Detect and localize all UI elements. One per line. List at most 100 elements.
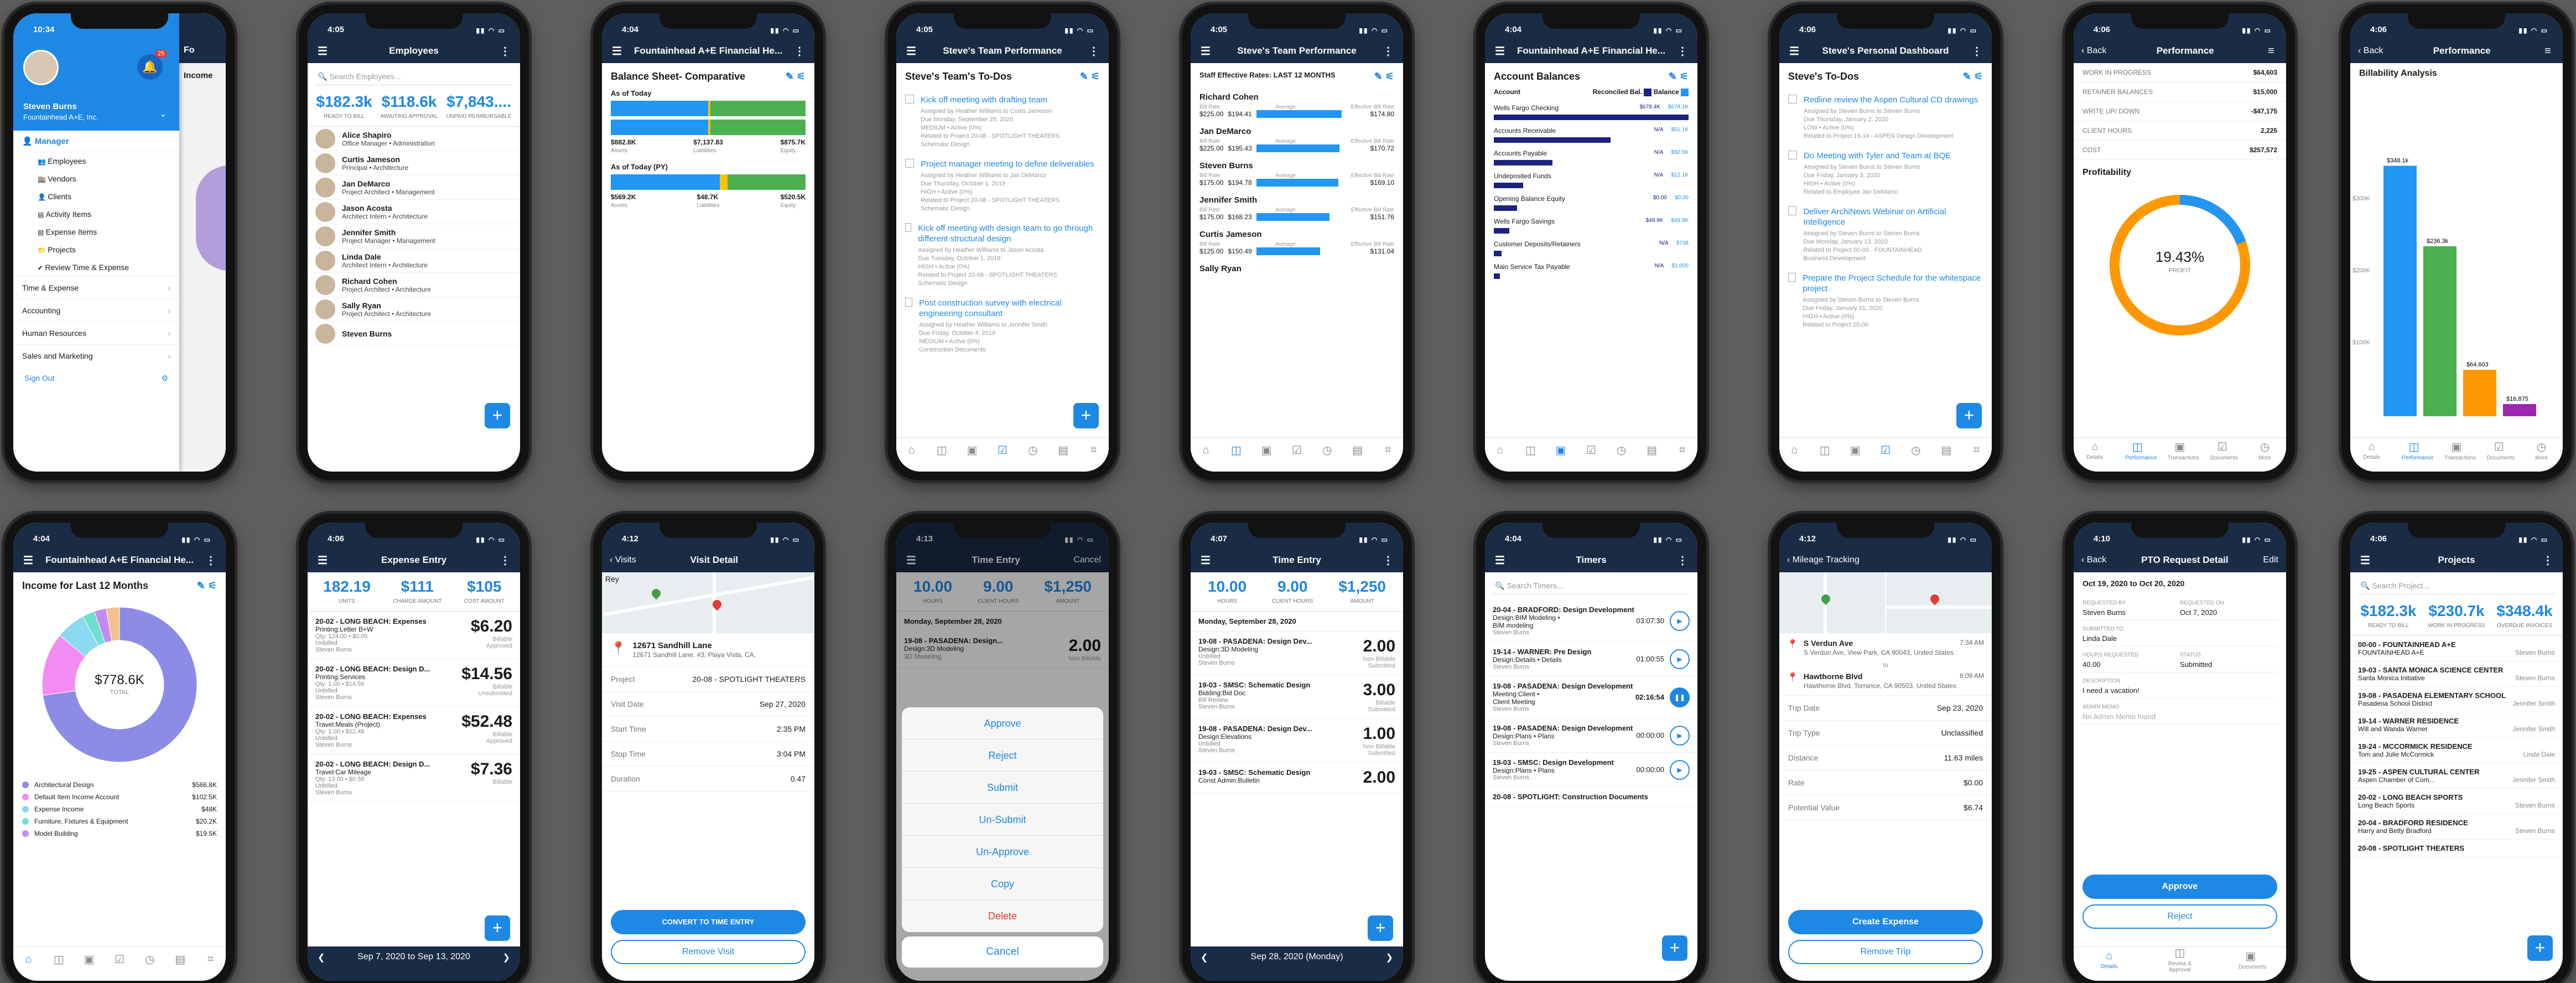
- back-button[interactable]: ‹ Visits: [610, 555, 636, 565]
- todo-item[interactable]: Do Meeting with Tyler and Team at BQE Ass…: [1779, 143, 1992, 199]
- todo-title[interactable]: Do Meeting with Tyler and Team at BQE: [1804, 151, 1951, 161]
- play-icon[interactable]: ▶: [1670, 611, 1690, 631]
- tab-item-7[interactable]: ⌗: [1670, 444, 1694, 457]
- edit-filter-icons[interactable]: ✎ ⚟: [786, 71, 806, 82]
- play-icon[interactable]: ▶: [1670, 649, 1690, 669]
- checkbox[interactable]: [905, 95, 914, 104]
- hamburger-icon[interactable]: ☰: [2358, 553, 2372, 567]
- time-entry-row[interactable]: 19-03 - SMSC: Schematic Design Bidding:Bi…: [1191, 675, 1403, 719]
- tab-item-4[interactable]: ☑: [990, 443, 1015, 457]
- menu-item[interactable]: 🏬 Vendors: [13, 170, 179, 188]
- tab-item-2[interactable]: ◫: [929, 443, 954, 457]
- search-input[interactable]: 🔍 Search Timers...: [1493, 578, 1690, 594]
- employee-row[interactable]: Sally Ryan Project Architect • Architectu…: [308, 297, 520, 322]
- create-expense-button[interactable]: Create Expense: [1788, 910, 1983, 934]
- project-row[interactable]: 20-02 - LONG BEACH SPORTS Long Beach Spor…: [2350, 789, 2563, 814]
- remove-trip-button[interactable]: Remove Trip: [1788, 940, 1983, 964]
- expense-row[interactable]: 20-02 - LONG BEACH: Design D... Travel:Ca…: [308, 754, 520, 802]
- hamburger-icon[interactable]: ☰: [1493, 553, 1507, 567]
- add-button[interactable]: +: [2527, 935, 2553, 961]
- tab-item-1[interactable]: ⌂: [899, 444, 923, 457]
- tab-item-5[interactable]: ◷: [1315, 443, 1339, 457]
- day-selector[interactable]: ❮ Sep 28, 2020 (Monday) ❯: [1191, 946, 1403, 981]
- account-row[interactable]: Wells Fargo Savings $49.9K $49.9K: [1485, 214, 1697, 237]
- hamburger-icon[interactable]: ☰: [1198, 44, 1213, 58]
- tab-item-7[interactable]: ⌗: [198, 953, 222, 966]
- tab-item-5[interactable]: ◷: [138, 953, 162, 966]
- account-row[interactable]: Main Service Tax Payable N/A $1,000: [1485, 260, 1697, 282]
- employee-row[interactable]: Steven Burns: [308, 322, 520, 346]
- checkbox[interactable]: [1788, 151, 1797, 159]
- menu-group[interactable]: Human Resources ›: [13, 322, 179, 344]
- staff-row[interactable]: Steven Burns Bill Rate Average Effective Bi…: [1191, 156, 1403, 190]
- tab-performance[interactable]: ◫ Performance: [2402, 440, 2433, 461]
- reject-button[interactable]: Reject: [2082, 904, 2277, 929]
- todo-item[interactable]: Post construction survey with electrical…: [896, 290, 1109, 356]
- tab-documents[interactable]: ☑ Documents: [2210, 440, 2239, 461]
- account-row[interactable]: Opening Balance Equity $0.00 $0.00: [1485, 192, 1697, 214]
- timer-row[interactable]: 20-04 - BRADFORD: Design Development Desi…: [1485, 600, 1697, 642]
- tab-item-3[interactable]: ▣: [1254, 443, 1279, 457]
- tab-more[interactable]: ◷ More: [2253, 440, 2277, 461]
- project-row[interactable]: 19-14 - WARNER RESIDENCE Will and Wanda W…: [2350, 712, 2563, 738]
- project-row[interactable]: 19-25 - ASPEN CULTURAL CENTER Aspen Chamb…: [2350, 763, 2563, 789]
- action-un-approve[interactable]: Un-Approve: [902, 836, 1103, 868]
- menu-item[interactable]: ▤ Expense Items: [13, 223, 179, 241]
- timer-row[interactable]: 20-08 - SPOTLIGHT: Construction Document…: [1485, 787, 1697, 807]
- next-arrow-icon[interactable]: ❯: [1386, 952, 1393, 968]
- tab-item-6[interactable]: ▤: [1051, 443, 1076, 457]
- avatar[interactable]: [23, 50, 59, 85]
- todo-title[interactable]: Deliver ArchiNews Webinar on Artificial …: [1803, 206, 1983, 227]
- next-arrow-icon[interactable]: ❯: [503, 952, 510, 968]
- tab-item-1[interactable]: ⌂: [1193, 444, 1218, 457]
- start-map[interactable]: [1779, 572, 1886, 633]
- time-entry-row[interactable]: 19-08 - PASADENA: Design Dev... Design:El…: [1191, 719, 1403, 763]
- employee-row[interactable]: Richard Cohen Project Architect • Archite…: [308, 273, 520, 297]
- back-button[interactable]: ‹ Back: [2358, 46, 2383, 56]
- staff-row[interactable]: Curtis Jameson Bill Rate Average Effective …: [1191, 224, 1403, 258]
- hamburger-icon[interactable]: ☰: [904, 44, 918, 58]
- tab-item-6[interactable]: ▤: [1640, 443, 1664, 457]
- tab-documents[interactable]: ▣ Documents: [2239, 949, 2267, 970]
- edit-filter-icons[interactable]: ✎ ⚟: [1963, 71, 1983, 82]
- account-row[interactable]: Customer Deposits/Retainers N/A $738: [1485, 237, 1697, 260]
- menu-group[interactable]: Time & Expense ›: [13, 276, 179, 299]
- more-icon[interactable]: ⋮: [1087, 44, 1101, 58]
- tab-item-2[interactable]: ◫: [1224, 443, 1248, 457]
- timer-row[interactable]: 19-03 - SMSC: Design Development Design:P…: [1485, 753, 1697, 787]
- add-button[interactable]: +: [485, 915, 510, 941]
- tab-item-6[interactable]: ▤: [1934, 443, 1959, 457]
- action-reject[interactable]: Reject: [902, 739, 1103, 772]
- edit-filter-icons[interactable]: ✎ ⚟: [1080, 71, 1100, 82]
- tab-item-7[interactable]: ⌗: [1081, 444, 1105, 457]
- employee-row[interactable]: Linda Dale Architect Intern • Architectur…: [308, 249, 520, 273]
- hamburger-icon[interactable]: ☰: [1198, 553, 1213, 567]
- more-icon[interactable]: ⋮: [1381, 553, 1395, 567]
- edit-filter-icons[interactable]: ✎ ⚟: [1374, 71, 1394, 82]
- menu-group[interactable]: Sales and Marketing ›: [13, 344, 179, 367]
- add-button[interactable]: +: [1368, 915, 1393, 941]
- tab-performance[interactable]: ◫ Performance: [2125, 440, 2157, 461]
- edit-filter-icons[interactable]: ✎ ⚟: [197, 580, 217, 592]
- menu-item[interactable]: ✔ Review Time & Expense: [13, 258, 179, 276]
- action-submit[interactable]: Submit: [902, 772, 1103, 804]
- tab-more[interactable]: ◷ More: [2530, 440, 2554, 461]
- project-row[interactable]: 20-08 - SPOTLIGHT THEATERS: [2350, 840, 2563, 857]
- back-button[interactable]: ‹ Mileage Tracking: [1787, 555, 1860, 565]
- tab-transactions[interactable]: ▣ Transactions: [2168, 440, 2199, 461]
- tab-item-4[interactable]: ☑: [1873, 443, 1898, 457]
- menu-item[interactable]: 📁 Projects: [13, 241, 179, 258]
- account-row[interactable]: Accounts Receivable N/A $51.1K: [1485, 123, 1697, 146]
- employee-row[interactable]: Curtis Jameson Principal • Architecture: [308, 151, 520, 175]
- convert-button[interactable]: CONVERT TO TIME ENTRY: [611, 910, 806, 934]
- expense-row[interactable]: 20-02 - LONG BEACH: Design D... Printing:…: [308, 659, 520, 707]
- timer-row[interactable]: 19-14 - WARNER: Pre Design Design:Details…: [1485, 642, 1697, 676]
- hamburger-icon[interactable]: ☰: [610, 44, 624, 58]
- todo-item[interactable]: Kick off meeting with drafting team Assig…: [896, 87, 1109, 151]
- tab-item-1[interactable]: ⌂: [1488, 444, 1512, 457]
- more-icon[interactable]: ⋮: [1675, 44, 1690, 58]
- todo-title[interactable]: Post construction survey with electrical…: [919, 298, 1100, 319]
- project-row[interactable]: 19-08 - PASADENA ELEMENTARY SCHOOL Pasade…: [2350, 687, 2563, 712]
- todo-item[interactable]: Kick off meeting with design team to go …: [896, 215, 1109, 290]
- project-row[interactable]: 19-03 - SANTA MONICA SCIENCE CENTER Santa…: [2350, 661, 2563, 687]
